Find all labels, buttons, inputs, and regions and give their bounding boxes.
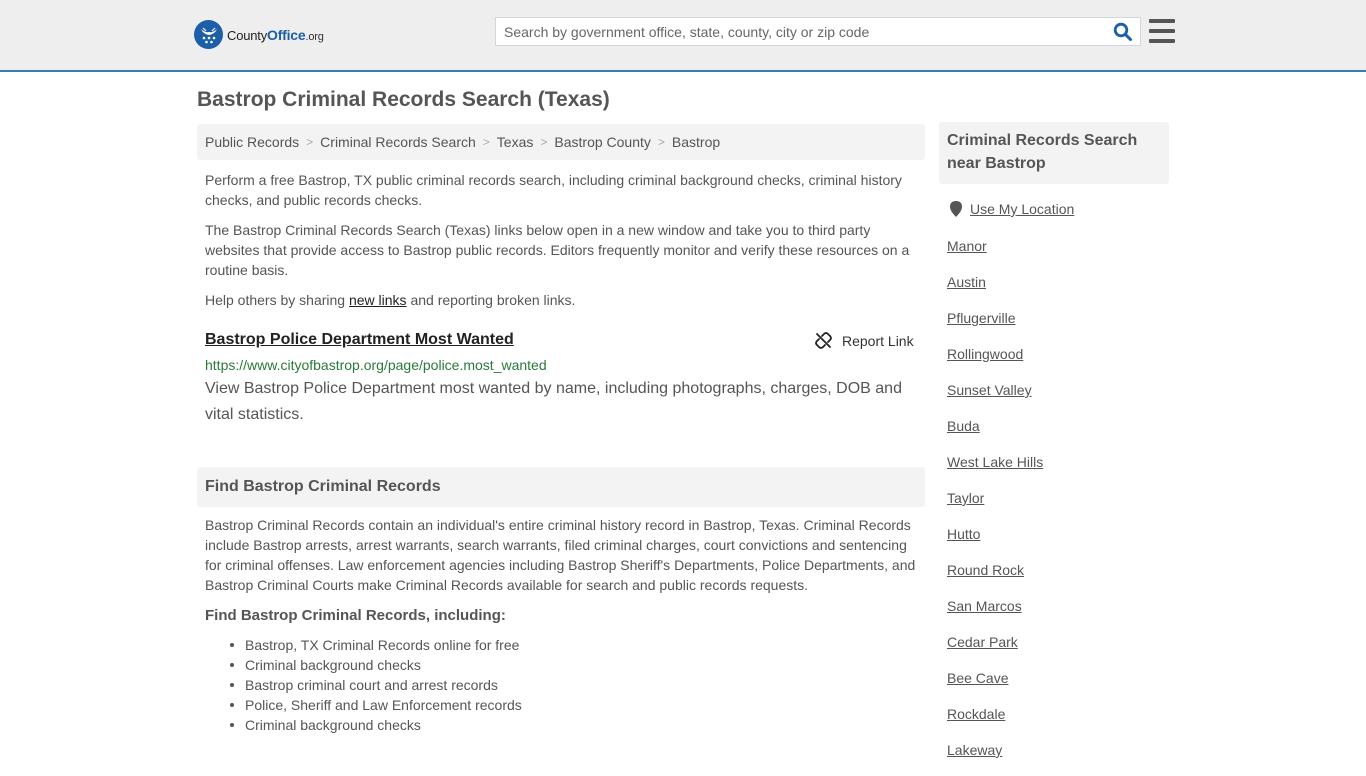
report-link-button[interactable]: Report Link — [815, 332, 914, 349]
city-link-pflugerville[interactable]: Pflugerville — [947, 310, 1015, 326]
listing-title-link[interactable]: Bastrop Police Department Most Wanted — [205, 331, 514, 349]
help-paragraph: Help others by sharing new links and rep… — [205, 290, 917, 310]
search-button[interactable] — [1106, 18, 1140, 45]
list-item: Buda — [947, 416, 1043, 452]
list-item: Round Rock — [947, 560, 1043, 596]
help-text-after: and reporting broken links. — [406, 292, 576, 308]
menu-bar — [1149, 19, 1175, 23]
city-link-rockdale[interactable]: Rockdale — [947, 706, 1005, 722]
find-records-subheading: Find Bastrop Criminal Records, including… — [205, 607, 506, 624]
list-item: Rollingwood — [947, 344, 1043, 380]
list-item: San Marcos — [947, 596, 1043, 632]
help-text-before: Help others by sharing — [205, 292, 349, 308]
list-item: Pflugerville — [947, 308, 1043, 344]
listing-description: View Bastrop Police Department most want… — [205, 380, 902, 423]
breadcrumb-criminal-records-search[interactable]: Criminal Records Search — [320, 134, 476, 150]
city-link-bee-cave[interactable]: Bee Cave — [947, 670, 1008, 686]
breadcrumb-bastrop[interactable]: Bastrop — [672, 134, 720, 150]
breadcrumb-texas[interactable]: Texas — [497, 134, 534, 150]
city-link-sunset-valley[interactable]: Sunset Valley — [947, 382, 1032, 398]
city-link-rollingwood[interactable]: Rollingwood — [947, 346, 1023, 362]
breadcrumb-bastrop-county[interactable]: Bastrop County — [554, 134, 651, 150]
disclaimer-paragraph: The Bastrop Criminal Records Search (Tex… — [205, 222, 910, 278]
list-item: Manor — [947, 236, 1043, 272]
breadcrumb-separator: > — [482, 135, 490, 149]
menu-bar — [1149, 29, 1175, 33]
eagle-stars-logo-icon — [194, 20, 223, 49]
city-link-buda[interactable]: Buda — [947, 418, 980, 434]
list-item: Police, Sheriff and Law Enforcement reco… — [230, 697, 522, 713]
breadcrumb-public-records[interactable]: Public Records — [205, 134, 299, 150]
use-my-location-link[interactable]: Use My Location — [970, 201, 1074, 217]
list-item: Bastrop criminal court and arrest record… — [230, 675, 522, 695]
list-item: Hutto — [947, 524, 1043, 560]
city-link-lakeway[interactable]: Lakeway — [947, 742, 1002, 758]
list-item: West Lake Hills — [947, 452, 1043, 488]
city-link-cedar-park[interactable]: Cedar Park — [947, 634, 1018, 650]
breadcrumb-separator: > — [540, 135, 548, 149]
site-header: CountyOffice.org — [0, 0, 1366, 72]
list-item: Criminal background checks — [230, 715, 522, 735]
breadcrumb: Public Records > Criminal Records Search… — [197, 124, 925, 160]
city-link-taylor[interactable]: Taylor — [947, 490, 984, 506]
city-link-san-marcos[interactable]: San Marcos — [947, 598, 1022, 614]
listing-url: https://www.cityofbastrop.org/page/polic… — [205, 357, 547, 373]
search-bar — [495, 17, 1141, 46]
list-item: Bee Cave — [947, 668, 1043, 704]
menu-bar — [1149, 39, 1175, 43]
sidebar-heading: Criminal Records Search near Bastrop — [939, 122, 1169, 184]
city-link-manor[interactable]: Manor — [947, 238, 987, 254]
search-icon — [1113, 22, 1132, 41]
page-title: Bastrop Criminal Records Search (Texas) — [197, 88, 610, 111]
logo-brand-accent: Office — [267, 26, 306, 43]
intro-paragraph: Perform a free Bastrop, TX public crimin… — [205, 172, 902, 208]
logo-wordmark: CountyOffice.org — [227, 27, 324, 43]
map-marker-icon — [950, 201, 962, 217]
list-item: Taylor — [947, 488, 1043, 524]
use-my-location: Use My Location — [950, 201, 1074, 217]
search-input[interactable] — [496, 18, 1106, 45]
list-item: Criminal background checks — [230, 655, 522, 675]
report-link-label: Report Link — [842, 332, 914, 349]
city-link-west-lake-hills[interactable]: West Lake Hills — [947, 454, 1043, 470]
logo-brand-tld: .org — [305, 30, 324, 43]
city-link-hutto[interactable]: Hutto — [947, 526, 980, 542]
list-item: Cedar Park — [947, 632, 1043, 668]
find-records-heading: Find Bastrop Criminal Records — [197, 467, 925, 507]
city-link-austin[interactable]: Austin — [947, 274, 986, 290]
logo-brand-main: County — [227, 27, 267, 43]
list-item: Austin — [947, 272, 1043, 308]
list-item: Rockdale — [947, 704, 1043, 740]
nearby-cities-list: Manor Austin Pflugerville Rollingwood Su… — [947, 236, 1043, 776]
broken-link-icon — [815, 332, 832, 349]
find-records-list: Bastrop, TX Criminal Records online for … — [230, 635, 522, 735]
list-item: Lakeway — [947, 740, 1043, 776]
hamburger-menu-icon[interactable] — [1149, 19, 1175, 43]
new-links-link[interactable]: new links — [349, 292, 407, 308]
site-logo[interactable]: CountyOffice.org — [194, 20, 324, 49]
city-link-round-rock[interactable]: Round Rock — [947, 562, 1024, 578]
find-records-body: Bastrop Criminal Records contain an indi… — [205, 517, 916, 593]
list-item: Bastrop, TX Criminal Records online for … — [230, 635, 522, 655]
breadcrumb-separator: > — [657, 135, 665, 149]
breadcrumb-separator: > — [306, 135, 314, 149]
list-item: Sunset Valley — [947, 380, 1043, 416]
